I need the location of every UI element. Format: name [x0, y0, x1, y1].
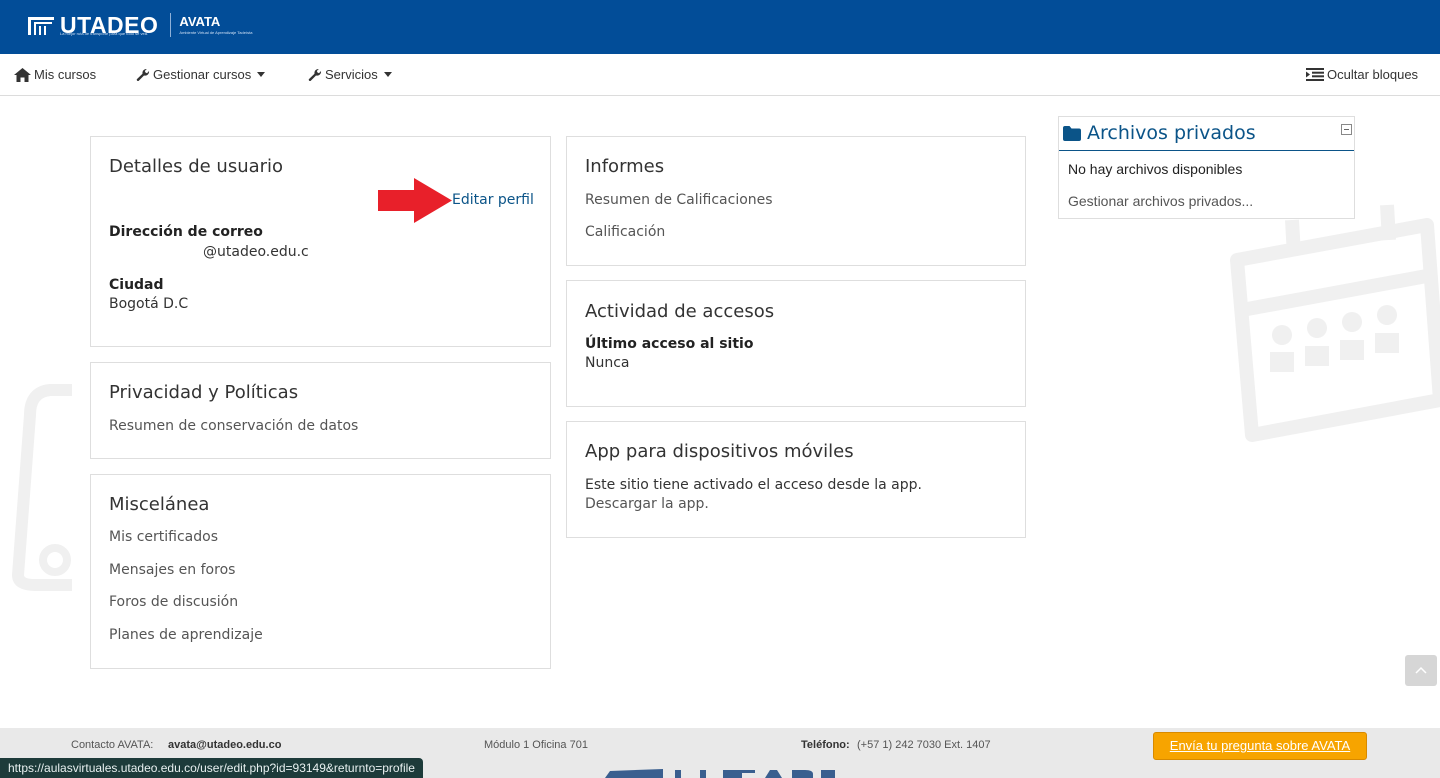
main-navbar: Mis cursos Gestionar cursos Servicios Oc…	[0, 54, 1440, 96]
misc-card: Miscelánea Mis certificados Mensajes en …	[90, 474, 551, 669]
private-files-header: Archivos privados	[1059, 117, 1354, 151]
nav-services[interactable]: Servicios	[308, 54, 392, 95]
phone-watermark-icon	[12, 384, 72, 591]
folder-icon	[1063, 126, 1081, 141]
email-label: Dirección de correo	[109, 224, 263, 240]
grades-overview-link[interactable]: Resumen de Calificaciones	[585, 192, 773, 208]
mobile-app-title: App para dispositivos móviles	[585, 441, 854, 462]
last-access-label: Último acceso al sitio	[585, 336, 754, 352]
download-app-link[interactable]: Descargar la app.	[585, 496, 709, 512]
nav-services-label: Servicios	[325, 67, 378, 82]
utadeo-logo[interactable]: UTADEO La mejor ruta de transporte para …	[26, 10, 252, 40]
privacy-card: Privacidad y Políticas Resumen de conser…	[90, 362, 551, 459]
forum-posts-link[interactable]: Mensajes en foros	[109, 562, 235, 578]
mobile-app-card: App para dispositivos móviles Este sitio…	[566, 421, 1026, 538]
privacy-title: Privacidad y Políticas	[109, 382, 299, 403]
nav-my-courses[interactable]: Mis cursos	[14, 54, 96, 95]
arrow-up-icon	[1415, 666, 1427, 674]
chevron-down-icon	[257, 72, 266, 77]
nav-my-courses-label: Mis cursos	[34, 67, 97, 82]
grade-link[interactable]: Calificación	[585, 224, 665, 240]
utadeo-logo-mark-icon	[28, 17, 54, 35]
site-header: UTADEO La mejor ruta de transporte para …	[0, 0, 1440, 54]
phone-value: (+57 1) 242 7030 Ext. 1407	[857, 739, 991, 751]
logo-tagline: La mejor ruta de transporte para que tod…	[60, 31, 149, 36]
reports-title: Informes	[585, 156, 665, 177]
hide-blocks-label: Ocultar bloques	[1327, 67, 1419, 82]
private-files-block: Archivos privados No hay archivos dispon…	[1058, 116, 1355, 219]
my-certificates-link[interactable]: Mis certificados	[109, 529, 218, 545]
list-indent-icon	[1306, 68, 1324, 81]
browser-status-url: https://aulasvirtuales.utadeo.edu.co/use…	[0, 758, 423, 778]
learning-plans-link[interactable]: Planes de aprendizaje	[109, 627, 263, 643]
discussion-forums-link[interactable]: Foros de discusión	[109, 594, 238, 610]
no-files-text: No hay archivos disponibles	[1068, 161, 1243, 177]
data-retention-link[interactable]: Resumen de conservación de datos	[109, 418, 358, 434]
avata-title: AVATA	[179, 14, 221, 29]
city-value: Bogotá D.C	[109, 296, 189, 312]
user-details-card: Detalles de usuario Editar perfil Direcc…	[90, 136, 551, 347]
footer-logo-partial	[605, 769, 835, 778]
avata-subtitle: Ambiente Virtual de Aprendizaje Tadeísta	[179, 30, 253, 35]
access-activity-title: Actividad de accesos	[585, 301, 775, 322]
nav-manage-courses-label: Gestionar cursos	[153, 67, 252, 82]
access-activity-card: Actividad de accesos Último acceso al si…	[566, 280, 1026, 407]
edit-profile-link[interactable]: Editar perfil	[452, 192, 534, 208]
calendar-watermark-icon	[1230, 204, 1440, 442]
misc-title: Miscelánea	[109, 494, 210, 515]
ask-question-button[interactable]: Envía tu pregunta sobre AVATA	[1153, 732, 1367, 760]
chevron-down-icon	[383, 72, 392, 77]
city-label: Ciudad	[109, 277, 164, 293]
avata-brand: AVATA Ambiente Virtual de Aprendizaje Ta…	[179, 15, 252, 35]
home-icon	[14, 67, 31, 82]
last-access-value: Nunca	[585, 355, 630, 371]
nav-manage-courses[interactable]: Gestionar cursos	[136, 54, 266, 95]
private-files-title: Archivos privados	[1087, 122, 1256, 144]
scroll-to-top-button[interactable]	[1405, 655, 1437, 686]
wrench-icon	[136, 68, 150, 81]
email-value[interactable]: @utadeo.edu.c	[203, 244, 309, 260]
logo-divider	[170, 13, 172, 37]
red-arrow-annotation-icon	[378, 178, 452, 223]
wrench-icon	[308, 68, 322, 81]
contact-label: Contacto AVATA:	[71, 739, 154, 751]
reports-card: Informes Resumen de Calificaciones Calif…	[566, 136, 1026, 266]
collapse-icon[interactable]	[1341, 124, 1352, 135]
office-text: Módulo 1 Oficina 701	[484, 739, 588, 751]
phone-label: Teléfono:	[801, 739, 850, 751]
manage-private-files-link[interactable]: Gestionar archivos privados...	[1068, 193, 1253, 209]
user-details-title: Detalles de usuario	[109, 156, 284, 177]
mobile-app-text: Este sitio tiene activado el acceso desd…	[585, 477, 922, 493]
hide-blocks-button[interactable]: Ocultar bloques	[1306, 54, 1418, 95]
contact-email[interactable]: avata@utadeo.edu.co	[168, 739, 281, 751]
